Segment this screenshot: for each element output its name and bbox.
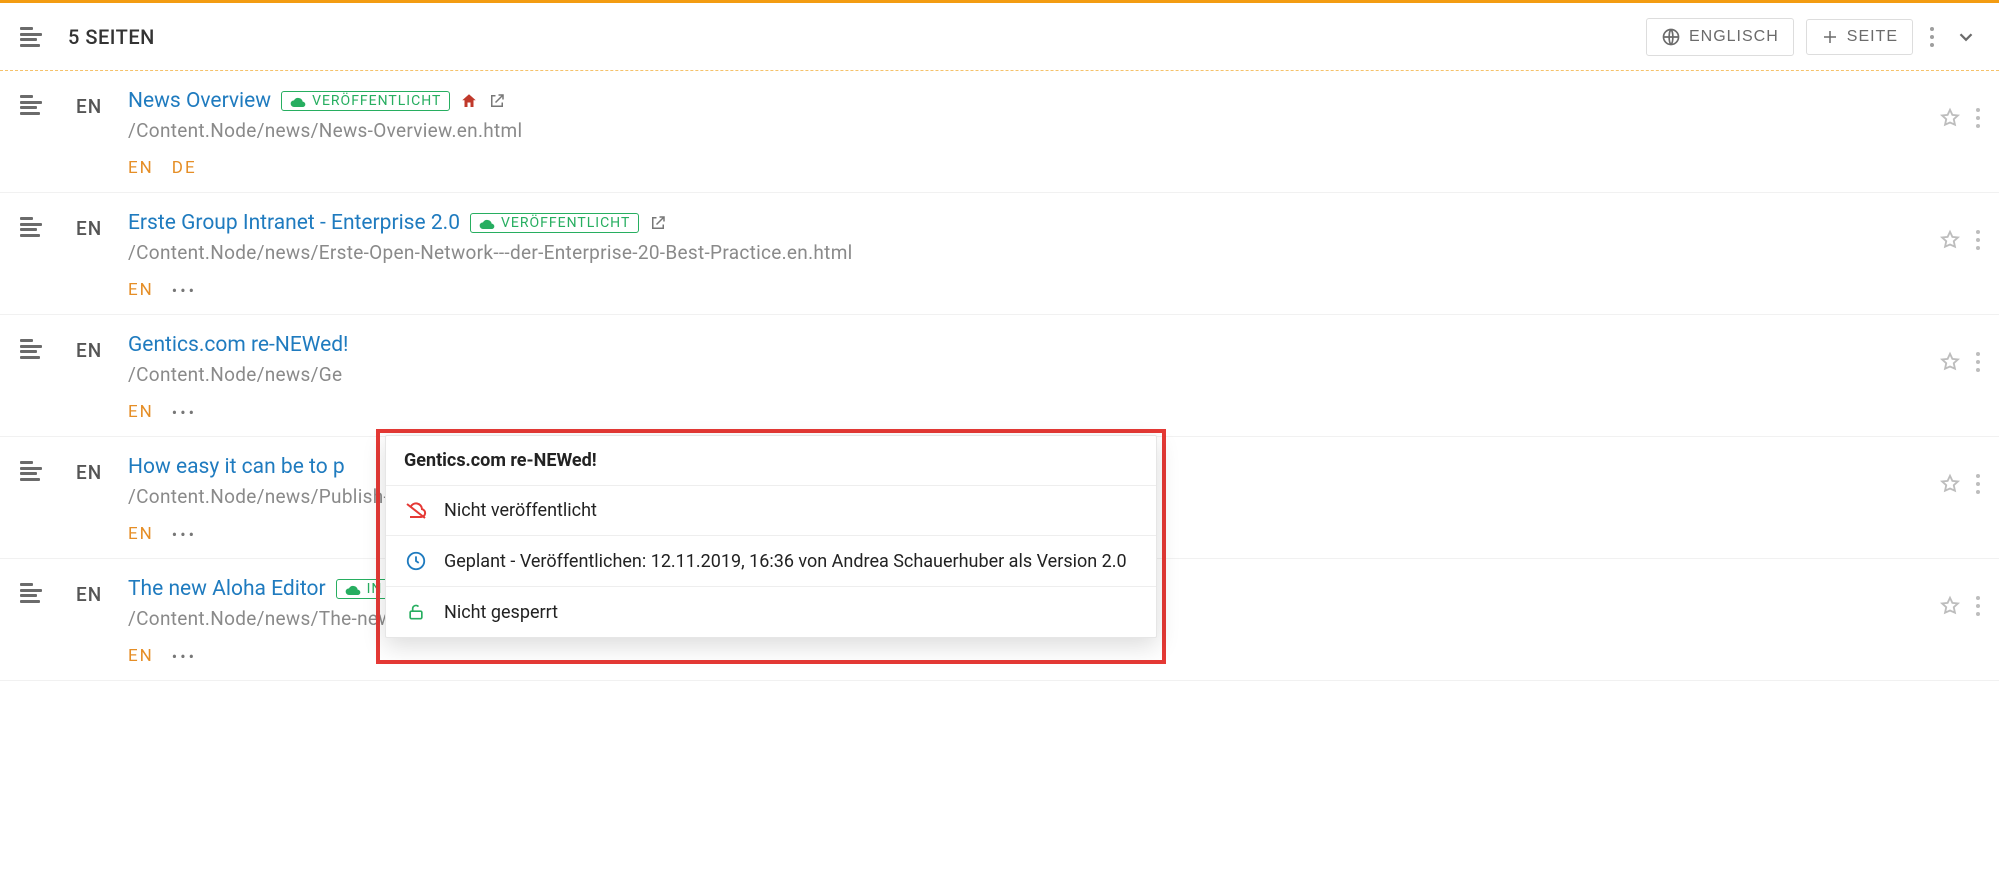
cloud-off-icon xyxy=(404,501,428,521)
clock-icon xyxy=(404,550,428,572)
row-more-icon[interactable] xyxy=(1975,229,1981,251)
language-button[interactable]: ENGLISCH xyxy=(1646,18,1794,56)
list-icon[interactable] xyxy=(20,27,42,47)
add-page-button-label: SEITE xyxy=(1847,28,1898,46)
favorite-icon[interactable] xyxy=(1939,473,1961,495)
popover-text: Geplant - Veröffentlichen: 12.11.2019, 1… xyxy=(444,551,1127,572)
popover-line-unlocked: Nicht gesperrt xyxy=(386,587,1156,637)
more-languages-icon[interactable]: ••• xyxy=(172,647,197,666)
plus-icon xyxy=(1821,28,1839,46)
page-title[interactable]: How easy it can be to p xyxy=(128,455,345,479)
lang-chip[interactable]: EN xyxy=(128,280,154,300)
row-more-icon[interactable] xyxy=(1975,595,1981,617)
row-lang-code: EN xyxy=(76,333,128,362)
row-lang-code: EN xyxy=(76,577,128,606)
list-item: ENErste Group Intranet - Enterprise 2.0V… xyxy=(0,193,1999,315)
more-languages-icon[interactable]: ••• xyxy=(172,281,197,300)
lang-chip[interactable]: EN xyxy=(128,158,154,178)
external-link-icon[interactable] xyxy=(649,214,667,232)
row-more-icon[interactable] xyxy=(1975,351,1981,373)
popover-line-unpublished: Nicht veröffentlicht xyxy=(386,486,1156,536)
home-icon xyxy=(460,92,478,110)
favorite-icon[interactable] xyxy=(1939,595,1961,617)
page-title[interactable]: Erste Group Intranet - Enterprise 2.0 xyxy=(128,211,460,235)
row-lang-code: EN xyxy=(76,89,128,118)
cloud-up-icon xyxy=(345,583,361,595)
cloud-up-icon xyxy=(290,95,306,107)
lang-chip[interactable]: EN xyxy=(128,646,154,666)
globe-icon xyxy=(1661,27,1681,47)
page-path: /Content.Node/news/Erste-Open-Network---… xyxy=(128,241,1911,264)
row-lang-code: EN xyxy=(76,455,128,484)
popover-text: Nicht gesperrt xyxy=(444,602,558,623)
status-badge[interactable]: VERÖFFENTLICHT xyxy=(470,213,639,233)
unlock-icon xyxy=(404,601,428,623)
cloud-up-icon xyxy=(479,217,495,229)
favorite-icon[interactable] xyxy=(1939,351,1961,373)
more-languages-icon[interactable]: ••• xyxy=(172,525,197,544)
lang-chip[interactable]: EN xyxy=(128,524,154,544)
toolbar: 5 SEITEN ENGLISCH SEITE xyxy=(0,4,1999,71)
page-title[interactable]: Gentics.com re-NEWed! xyxy=(128,333,348,357)
row-more-icon[interactable] xyxy=(1975,473,1981,495)
lang-chip[interactable]: EN xyxy=(128,402,154,422)
status-popover: Gentics.com re-NEWed! Nicht veröffentlic… xyxy=(385,435,1157,638)
add-page-button[interactable]: SEITE xyxy=(1806,19,1913,55)
page-type-icon xyxy=(20,217,42,237)
page-title[interactable]: The new Aloha Editor xyxy=(128,577,326,601)
chevron-down-icon[interactable] xyxy=(1951,22,1981,52)
toolbar-title: 5 SEITEN xyxy=(68,25,155,49)
page-title[interactable]: News Overview xyxy=(128,89,271,113)
page-path: /Content.Node/news/News-Overview.en.html xyxy=(128,119,1911,142)
page-type-icon xyxy=(20,461,42,481)
status-badge[interactable]: VERÖFFENTLICHT xyxy=(281,91,450,111)
favorite-icon[interactable] xyxy=(1939,107,1961,129)
external-link-icon[interactable] xyxy=(488,92,506,110)
popover-line-scheduled: Geplant - Veröffentlichen: 12.11.2019, 1… xyxy=(386,536,1156,587)
page-type-icon xyxy=(20,95,42,115)
page-path: /Content.Node/news/Ge xyxy=(128,363,1911,386)
language-button-label: ENGLISCH xyxy=(1689,28,1779,46)
row-more-icon[interactable] xyxy=(1975,107,1981,129)
favorite-icon[interactable] xyxy=(1939,229,1961,251)
popover-text: Nicht veröffentlicht xyxy=(444,500,597,521)
lang-chip[interactable]: DE xyxy=(172,158,197,178)
toolbar-more-icon[interactable] xyxy=(1925,22,1939,52)
list-item: ENNews OverviewVERÖFFENTLICHT/Content.No… xyxy=(0,71,1999,193)
row-lang-code: EN xyxy=(76,211,128,240)
list-item: ENGentics.com re-NEWed!/Content.Node/new… xyxy=(0,315,1999,437)
page-type-icon xyxy=(20,583,42,603)
page-type-icon xyxy=(20,339,42,359)
popover-title: Gentics.com re-NEWed! xyxy=(386,436,1156,486)
more-languages-icon[interactable]: ••• xyxy=(172,403,197,422)
